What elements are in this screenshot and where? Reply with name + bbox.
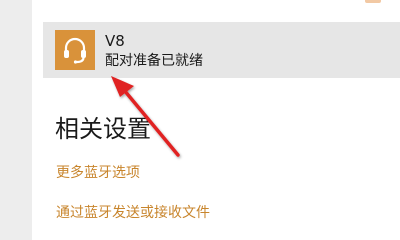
bluetooth-device-item[interactable]: V8 配对准备已就绪 <box>43 22 400 78</box>
headset-icon <box>55 30 95 70</box>
left-navigation-rail <box>0 0 32 240</box>
device-status: 配对准备已就绪 <box>105 53 203 69</box>
send-receive-files-link[interactable]: 通过蓝牙发送或接收文件 <box>56 205 210 221</box>
top-accent-mark <box>365 0 381 3</box>
related-settings-heading: 相关设置 <box>55 115 151 143</box>
device-name: V8 <box>105 32 125 50</box>
more-bluetooth-options-link[interactable]: 更多蓝牙选项 <box>56 165 140 181</box>
